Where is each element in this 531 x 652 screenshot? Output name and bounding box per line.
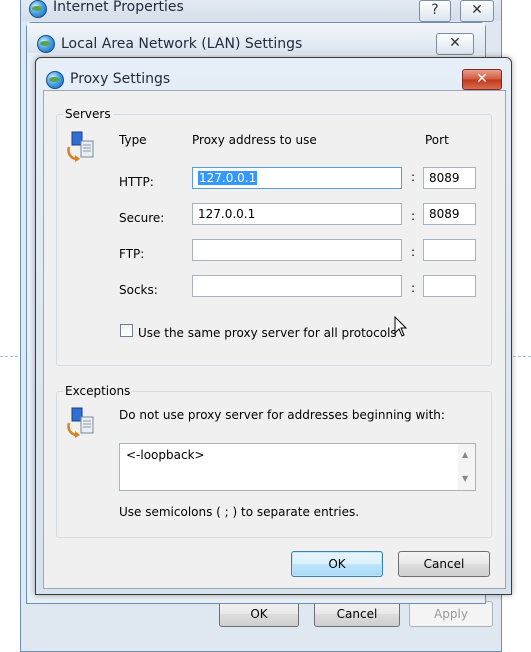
- lan-settings-titlebar[interactable]: Local Area Network (LAN) Settings ✕: [27, 23, 485, 55]
- http-address-input[interactable]: 127.0.0.1: [192, 167, 402, 189]
- dialog-title: Proxy Settings: [70, 71, 171, 87]
- exceptions-value: <-loopback>: [126, 448, 205, 462]
- internet-properties-title: Internet Properties: [53, 0, 184, 15]
- proxy-server-icon: [67, 131, 94, 162]
- same-proxy-label[interactable]: Use the same proxy server for all protoc…: [138, 326, 397, 340]
- http-address-value: 127.0.0.1: [198, 171, 258, 185]
- secure-port-input[interactable]: 8089: [423, 203, 476, 225]
- lan-settings-close-button[interactable]: ✕: [436, 33, 474, 55]
- socks-port-input[interactable]: [423, 275, 476, 297]
- internet-globe-icon: [29, 0, 47, 18]
- dialog-client-area: Servers Type Proxy address to use Port H…: [43, 90, 506, 589]
- scroll-down-arrow-icon[interactable]: ▼: [462, 474, 468, 483]
- ftp-address-input[interactable]: [192, 239, 402, 261]
- exceptions-icon: [67, 407, 94, 438]
- dialog-close-button[interactable]: ✕: [462, 69, 502, 90]
- ip-apply-button[interactable]: Apply: [409, 601, 493, 627]
- cancel-button[interactable]: Cancel: [398, 551, 490, 577]
- servers-group-label: Servers: [63, 107, 113, 121]
- help-button[interactable]: ?: [419, 0, 451, 22]
- secure-address-input[interactable]: 127.0.0.1: [192, 203, 402, 225]
- lan-settings-title: Local Area Network (LAN) Settings: [61, 36, 303, 52]
- internet-properties-close-button[interactable]: ✕: [460, 0, 494, 22]
- proxy-settings-dialog: Proxy Settings ✕ Servers Type Proxy addr…: [35, 57, 512, 595]
- port-column-header: Port: [425, 133, 449, 147]
- ftp-port-input[interactable]: [423, 239, 476, 261]
- socks-label: Socks:: [119, 283, 158, 297]
- internet-properties-titlebar[interactable]: Internet Properties ? ✕: [21, 0, 501, 22]
- ip-cancel-button[interactable]: Cancel: [314, 601, 400, 627]
- ok-button[interactable]: OK: [291, 551, 383, 577]
- same-proxy-checkbox[interactable]: [120, 324, 133, 337]
- http-port-input[interactable]: 8089: [423, 167, 476, 189]
- socks-address-input[interactable]: [192, 275, 402, 297]
- http-label: HTTP:: [119, 175, 154, 189]
- secure-colon: :: [411, 209, 416, 223]
- type-column-header: Type: [119, 133, 147, 147]
- proxy-globe-icon: [46, 71, 64, 89]
- mouse-cursor-icon: [394, 316, 408, 337]
- exceptions-hint: Use semicolons ( ; ) to separate entries…: [119, 505, 360, 519]
- secure-label: Secure:: [119, 211, 165, 225]
- proxy-settings-titlebar[interactable]: Proxy Settings ✕: [36, 58, 511, 90]
- scroll-up-arrow-icon[interactable]: ▲: [462, 450, 468, 459]
- http-colon: :: [411, 170, 416, 184]
- exceptions-group-label: Exceptions: [63, 384, 133, 398]
- address-column-header: Proxy address to use: [192, 133, 317, 147]
- ftp-colon: :: [411, 245, 416, 259]
- exceptions-scrollbar[interactable]: ▲ ▼: [458, 444, 475, 490]
- exceptions-description: Do not use proxy server for addresses be…: [119, 408, 445, 422]
- ftp-label: FTP:: [119, 247, 145, 261]
- exceptions-textarea[interactable]: <-loopback> ▲ ▼: [119, 443, 476, 491]
- socks-colon: :: [411, 281, 416, 295]
- ip-ok-button[interactable]: OK: [219, 601, 299, 627]
- lan-globe-icon: [37, 35, 55, 53]
